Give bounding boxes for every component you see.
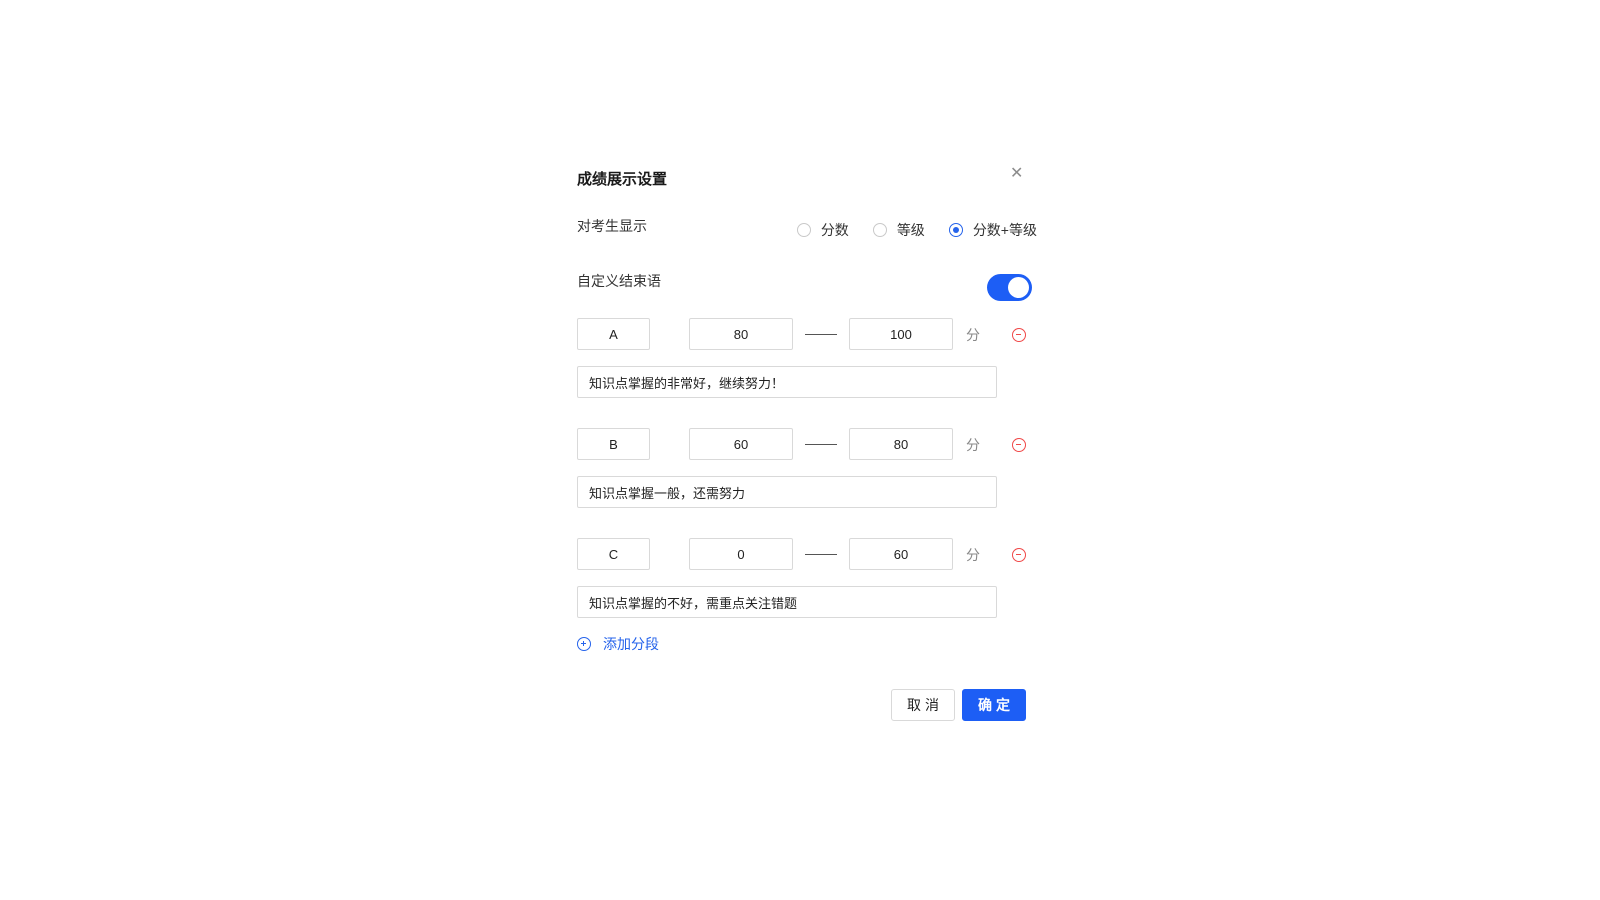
- message-input-c[interactable]: 知识点掌握的不好，需重点关注错题: [577, 586, 997, 618]
- range-dash: [805, 444, 837, 445]
- message-input-b[interactable]: 知识点掌握一般，还需努力: [577, 476, 997, 508]
- display-label: 对考生显示: [577, 218, 647, 234]
- grade-input-c[interactable]: C: [577, 538, 650, 570]
- plus-circle-icon: [577, 637, 591, 651]
- custom-ending-label: 自定义结束语: [577, 273, 661, 289]
- max-score-input-c[interactable]: 60: [849, 538, 953, 570]
- min-score-input-b[interactable]: 60: [689, 428, 793, 460]
- remove-segment-c-icon[interactable]: [1012, 548, 1026, 562]
- custom-ending-toggle[interactable]: [987, 274, 1032, 301]
- range-dash: [805, 334, 837, 335]
- dialog-title: 成绩展示设置: [577, 171, 668, 188]
- radio-score-and-grade-circle[interactable]: [948, 223, 963, 237]
- unit-label-b: 分: [966, 437, 980, 453]
- score-display-dialog: 成绩展示设置 ✕ 对考生显示 分数 等级 分数+等级 自定义结束语 A 80 1…: [577, 150, 1037, 750]
- radio-grade[interactable]: 等级: [872, 220, 925, 240]
- confirm-button[interactable]: 确定: [962, 689, 1026, 721]
- min-score-input-c[interactable]: 0: [689, 538, 793, 570]
- radio-grade-circle[interactable]: [872, 223, 887, 237]
- display-radio-group: 分数 等级 分数+等级: [773, 220, 1037, 240]
- grade-input-b[interactable]: B: [577, 428, 650, 460]
- close-icon[interactable]: ✕: [1010, 166, 1023, 182]
- remove-segment-a-icon[interactable]: [1012, 328, 1026, 342]
- max-score-input-a[interactable]: 100: [849, 318, 953, 350]
- radio-score-circle[interactable]: [796, 223, 811, 237]
- add-segment-button[interactable]: 添加分段: [577, 634, 659, 654]
- message-input-a[interactable]: 知识点掌握的非常好，继续努力！: [577, 366, 997, 398]
- min-score-input-a[interactable]: 80: [689, 318, 793, 350]
- radio-score-and-grade[interactable]: 分数+等级: [948, 220, 1037, 240]
- radio-grade-label: 等级: [896, 222, 925, 238]
- radio-score[interactable]: 分数: [796, 220, 849, 240]
- toggle-knob: [1008, 277, 1029, 298]
- radio-score-label: 分数: [820, 222, 849, 238]
- grade-input-a[interactable]: A: [577, 318, 650, 350]
- unit-label-c: 分: [966, 547, 980, 563]
- cancel-button[interactable]: 取消: [891, 689, 955, 721]
- remove-segment-b-icon[interactable]: [1012, 438, 1026, 452]
- max-score-input-b[interactable]: 80: [849, 428, 953, 460]
- unit-label-a: 分: [966, 327, 980, 343]
- range-dash: [805, 554, 837, 555]
- radio-score-and-grade-label: 分数+等级: [972, 222, 1037, 238]
- add-segment-label: 添加分段: [603, 636, 659, 652]
